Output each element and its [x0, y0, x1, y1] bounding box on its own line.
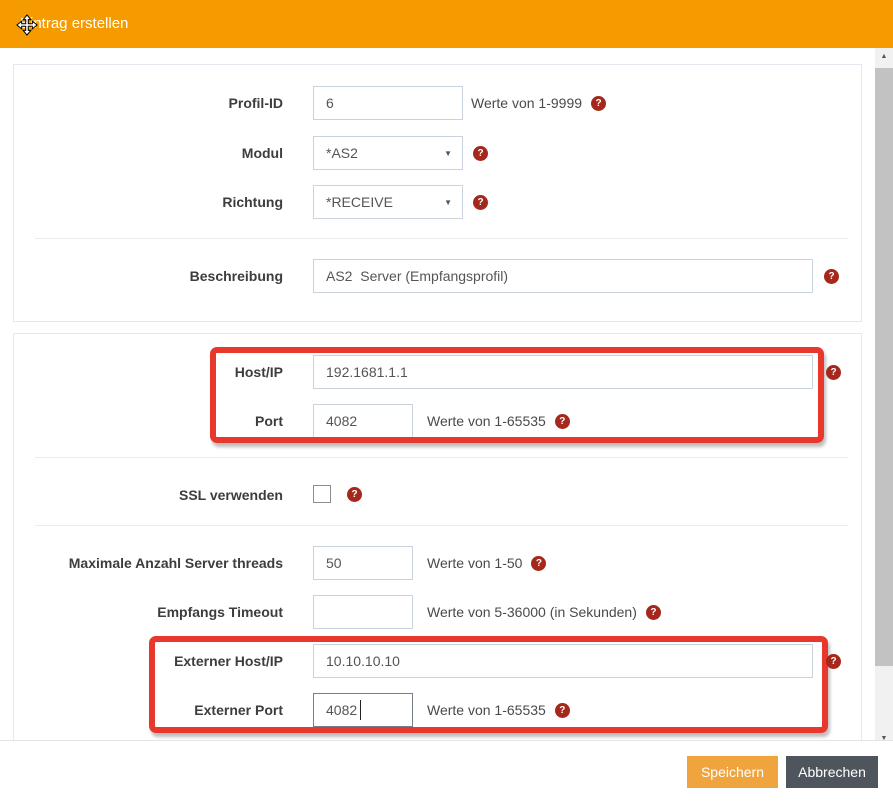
richtung-select-value: *RECEIVE — [326, 194, 393, 210]
scrollbar-thumb[interactable] — [875, 68, 893, 666]
max-threads-label: Maximale Anzahl Server threads — [20, 546, 283, 580]
profil-id-label: Profil-ID — [20, 86, 283, 120]
chevron-down-icon: ▼ — [444, 198, 452, 207]
help-icon[interactable]: ? — [555, 703, 570, 718]
host-ip-input[interactable] — [313, 355, 813, 389]
port-label: Port — [20, 404, 283, 438]
empfangs-timeout-input[interactable] — [313, 595, 413, 629]
profil-id-hint-text: Werte von 1-9999 — [471, 95, 582, 111]
modul-select-value: *AS2 — [326, 145, 358, 161]
profil-id-hint: Werte von 1-9999 ? — [471, 86, 606, 120]
modul-label: Modul — [20, 136, 283, 170]
help-icon[interactable]: ? — [826, 365, 841, 380]
divider — [35, 238, 848, 239]
ext-port-input[interactable] — [313, 693, 413, 727]
richtung-select[interactable]: *RECEIVE ▼ — [313, 185, 463, 219]
divider — [35, 457, 848, 458]
profil-id-input[interactable] — [313, 86, 463, 120]
modul-select[interactable]: *AS2 ▼ — [313, 136, 463, 170]
ext-host-ip-label: Externer Host/IP — [20, 644, 283, 678]
ssl-checkbox[interactable] — [313, 485, 331, 503]
empfangs-timeout-hint-text: Werte von 5-36000 (in Sekunden) — [427, 604, 637, 620]
chevron-down-icon: ▼ — [444, 149, 452, 158]
help-icon[interactable]: ? — [473, 146, 488, 161]
max-threads-hint-text: Werte von 1-50 — [427, 555, 522, 571]
empfangs-timeout-hint: Werte von 5-36000 (in Sekunden) ? — [427, 595, 661, 629]
port-hint: Werte von 1-65535 ? — [427, 404, 570, 438]
empfangs-timeout-label: Empfangs Timeout — [20, 595, 283, 629]
ext-port-hint-text: Werte von 1-65535 — [427, 702, 546, 718]
divider — [35, 525, 848, 526]
port-hint-text: Werte von 1-65535 — [427, 413, 546, 429]
cancel-button[interactable]: Abbrechen — [786, 756, 878, 788]
port-input[interactable] — [313, 404, 413, 438]
max-threads-input[interactable] — [313, 546, 413, 580]
help-icon[interactable]: ? — [826, 654, 841, 669]
save-button[interactable]: Speichern — [687, 756, 778, 788]
dialog-footer: Speichern Abbrechen — [0, 740, 893, 801]
dialog-header[interactable]: Eintrag erstellen — [0, 0, 893, 48]
help-icon[interactable]: ? — [824, 269, 839, 284]
ext-host-ip-input[interactable] — [313, 644, 813, 678]
help-icon[interactable]: ? — [347, 487, 362, 502]
ext-port-label: Externer Port — [20, 693, 283, 727]
ssl-label: SSL verwenden — [20, 478, 283, 512]
richtung-label: Richtung — [20, 185, 283, 219]
help-icon[interactable]: ? — [473, 195, 488, 210]
beschreibung-label: Beschreibung — [20, 259, 283, 293]
create-entry-dialog: Eintrag erstellen Profil-ID Werte von 1-… — [0, 0, 893, 801]
host-ip-label: Host/IP — [20, 355, 283, 389]
vertical-scrollbar[interactable]: ▲ ▼ — [875, 48, 893, 746]
move-cursor-icon — [16, 14, 38, 36]
help-icon[interactable]: ? — [646, 605, 661, 620]
ext-port-hint: Werte von 1-65535 ? — [427, 693, 570, 727]
panel-connection — [13, 333, 862, 741]
scroll-up-icon[interactable]: ▲ — [875, 48, 893, 64]
beschreibung-input[interactable] — [313, 259, 813, 293]
help-icon[interactable]: ? — [591, 96, 606, 111]
max-threads-hint: Werte von 1-50 ? — [427, 546, 546, 580]
text-cursor — [360, 700, 361, 720]
help-icon[interactable]: ? — [531, 556, 546, 571]
help-icon[interactable]: ? — [555, 414, 570, 429]
